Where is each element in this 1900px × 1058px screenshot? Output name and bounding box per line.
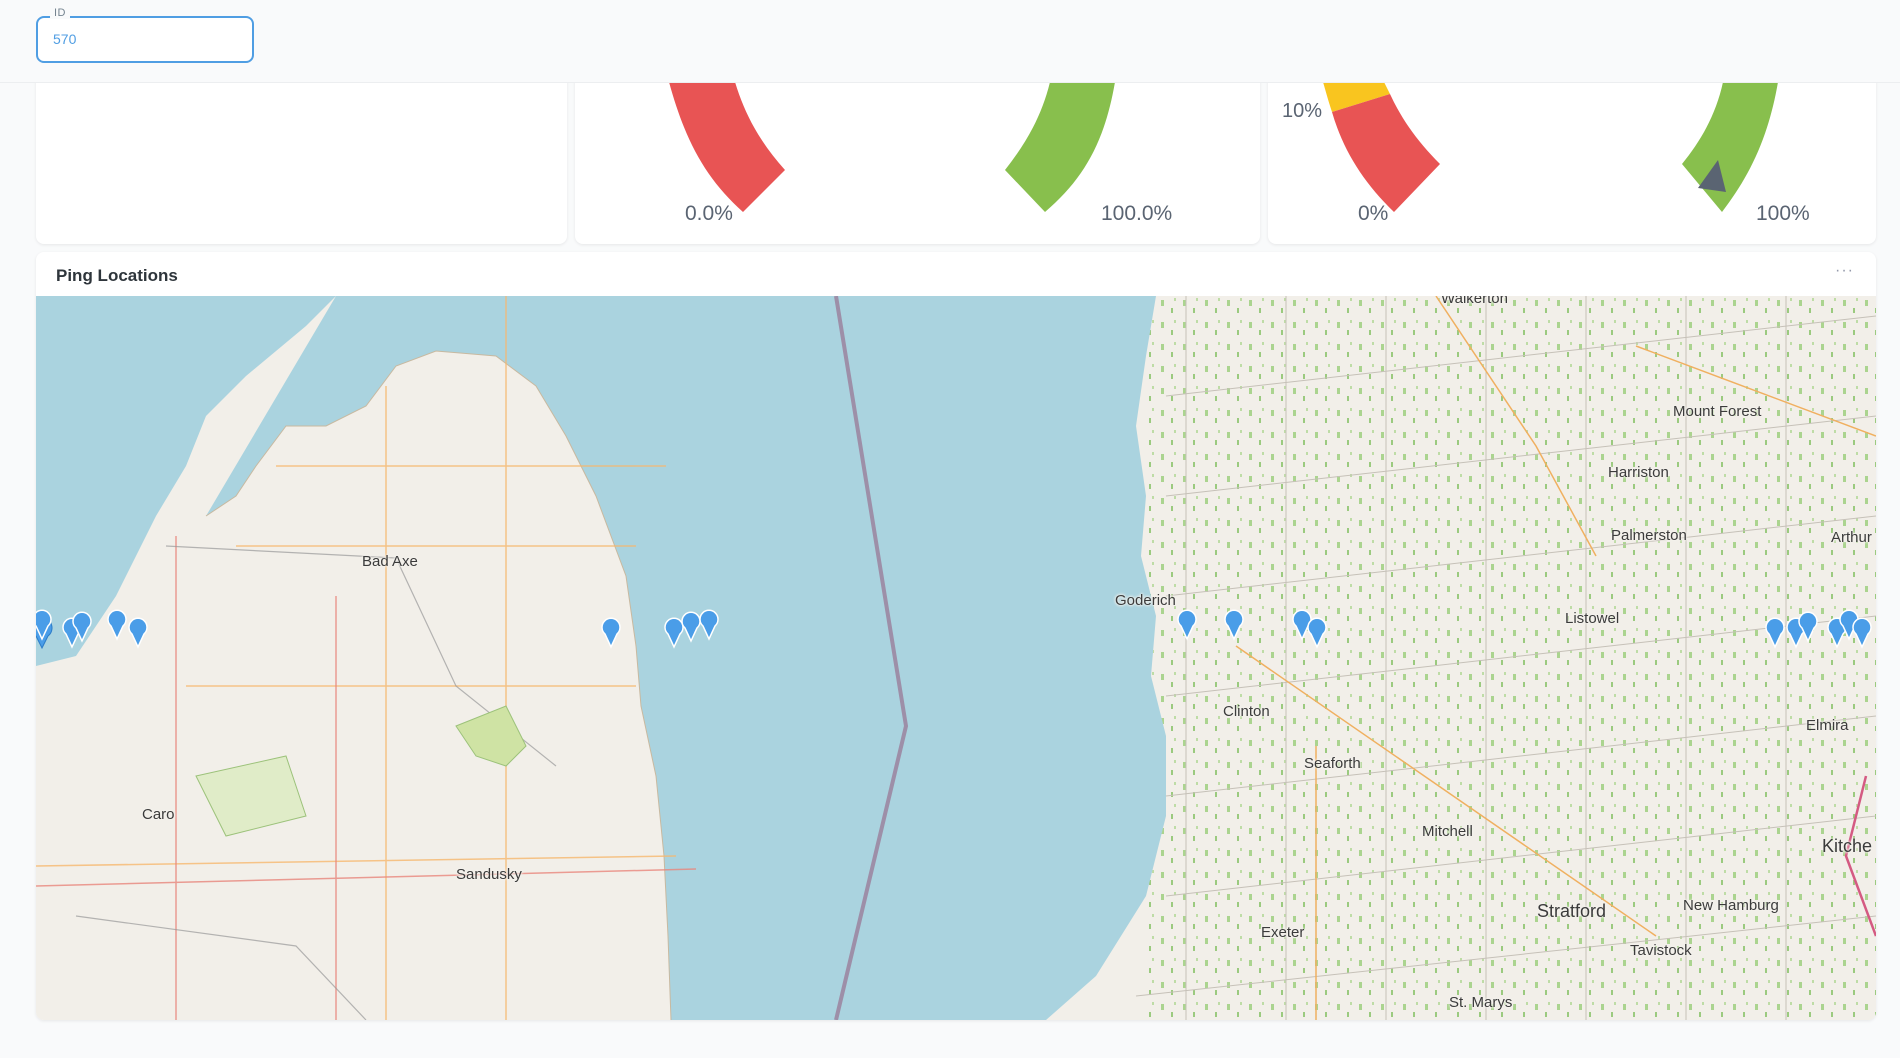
- id-filter-label: ID: [50, 7, 70, 19]
- city-label: Caro: [142, 806, 175, 823]
- map-pin: [1177, 609, 1197, 641]
- map-pin: [1765, 617, 1785, 649]
- map-pin: [681, 611, 701, 643]
- map-card-title: Ping Locations: [56, 266, 178, 285]
- city-label: Mount Forest: [1673, 403, 1762, 420]
- city-label: Tavistock: [1630, 942, 1692, 959]
- map-pin: [107, 609, 127, 641]
- city-label: Clinton: [1223, 703, 1270, 720]
- map-pin: [664, 617, 684, 649]
- city-label: Harriston: [1608, 464, 1669, 481]
- city-label: Exeter: [1261, 924, 1305, 941]
- map-pin: [1307, 617, 1327, 649]
- gauge-b-mid-label: 10%: [1282, 100, 1323, 122]
- city-label: Elmira: [1806, 717, 1849, 734]
- city-label: Listowel: [1565, 610, 1620, 627]
- gauge-b-red-segment: [1332, 94, 1440, 212]
- gauge-b-max-label: 100%: [1756, 202, 1810, 225]
- map-pin: [1224, 609, 1244, 641]
- map-pin: [36, 609, 52, 641]
- id-filter-input[interactable]: ID 570: [36, 7, 254, 63]
- gauge-card-b: 10% 0% 100%: [1268, 60, 1876, 244]
- city-label: Palmerston: [1611, 527, 1687, 544]
- gauge-b-green-segment: [1682, 82, 1778, 212]
- gauge-a-red-segment: [669, 82, 785, 212]
- city-label: Goderich: [1115, 592, 1176, 609]
- gauge-card-a: 0.0% 100.0%: [575, 60, 1260, 244]
- filter-bar: ID 570: [0, 0, 1900, 83]
- city-label: Stratford: [1537, 901, 1607, 921]
- id-filter-value[interactable]: 570: [53, 31, 76, 47]
- ping-locations-card: Ping Locations ··· Bad Axe Caro Sandusky…: [36, 252, 1876, 1020]
- city-label: New Hamburg: [1683, 897, 1779, 914]
- map-pin: [601, 617, 621, 649]
- dashboard-card-empty: [36, 60, 567, 244]
- map-pin: [1852, 617, 1872, 649]
- gauge-b-min-label: 0%: [1358, 202, 1389, 225]
- gauge-a-max-label: 100.0%: [1101, 202, 1173, 225]
- gauge-a-green-segment: [1005, 82, 1115, 212]
- city-label: Sandusky: [456, 866, 522, 883]
- city-label: St. Marys: [1449, 994, 1513, 1011]
- map-viewport[interactable]: Bad Axe Caro Sandusky Goderich Clinton S…: [36, 296, 1876, 1020]
- gauge-a-min-label: 0.0%: [685, 202, 733, 225]
- map-pin: [699, 609, 719, 641]
- map-pin: [1798, 611, 1818, 643]
- city-label: Kitche: [1822, 836, 1873, 856]
- card-menu-icon[interactable]: ···: [1835, 262, 1854, 280]
- city-label: Seaforth: [1304, 755, 1361, 772]
- city-label: Arthur: [1831, 529, 1872, 546]
- city-label: Walkerton: [1441, 296, 1508, 307]
- map-pin: [128, 617, 148, 649]
- city-label: Mitchell: [1422, 823, 1473, 840]
- city-label: Bad Axe: [362, 553, 418, 570]
